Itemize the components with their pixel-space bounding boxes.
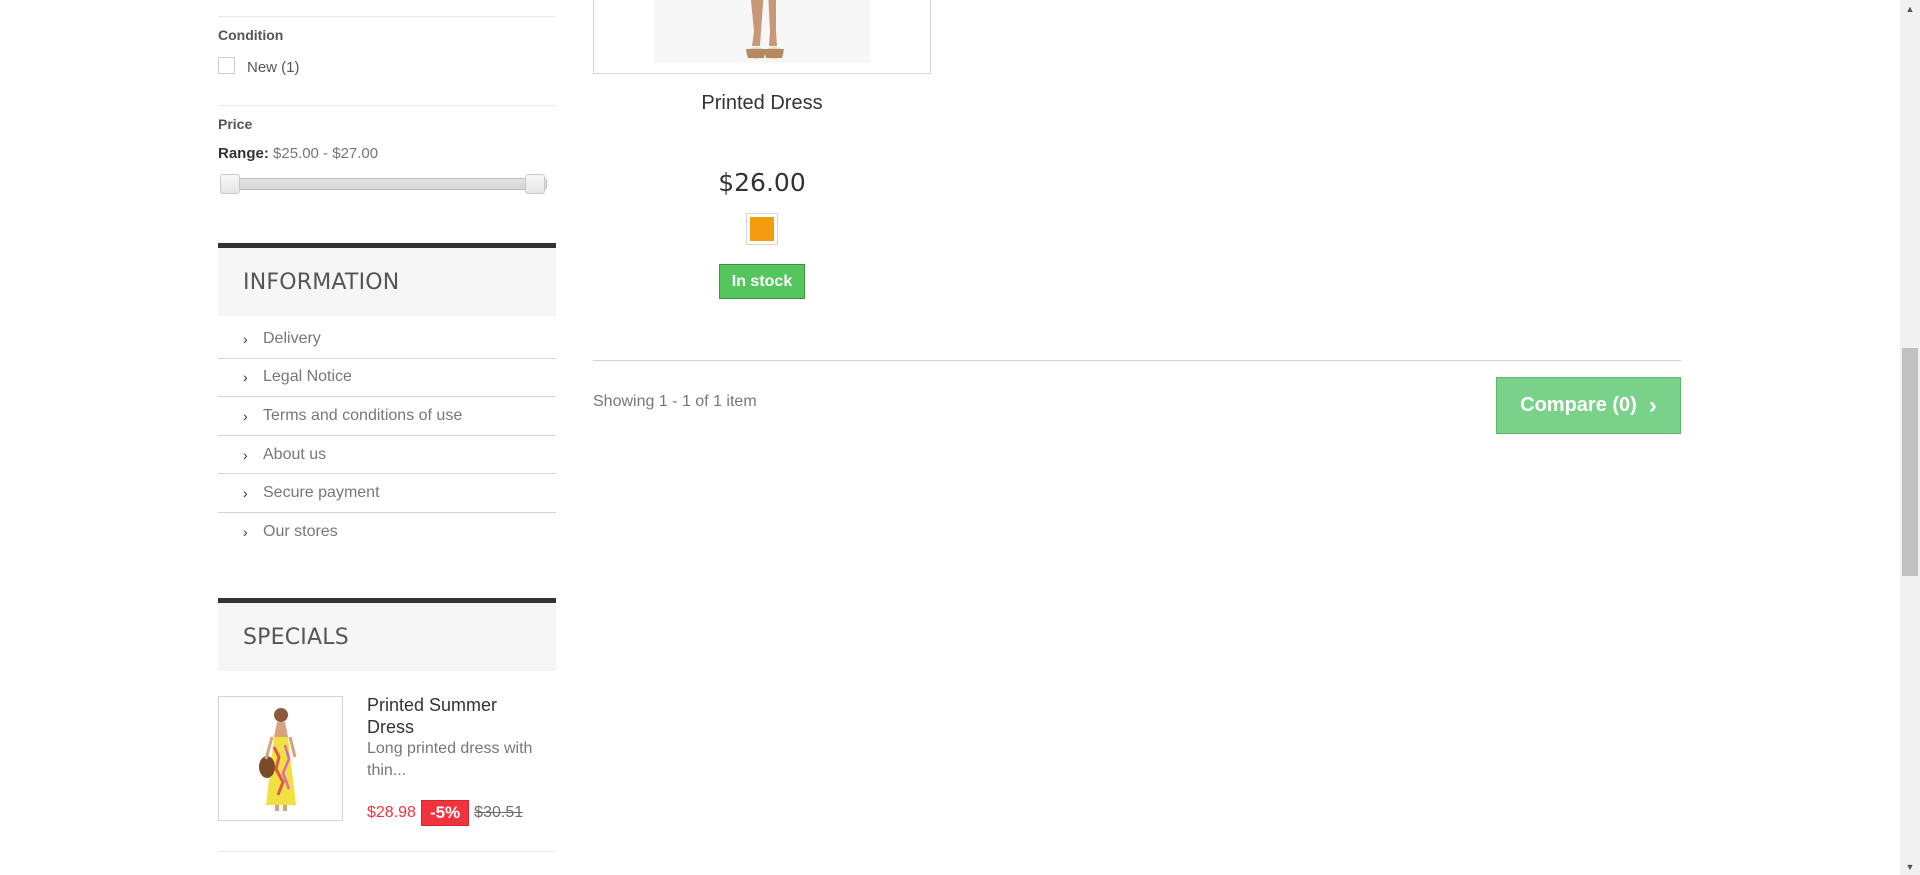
info-link-label[interactable]: Terms and conditions of use — [263, 407, 462, 425]
price-range-value: $25.00 - $27.00 — [273, 145, 379, 162]
chevron-right-icon: › — [243, 407, 248, 424]
info-link-label[interactable]: Delivery — [263, 330, 321, 348]
info-link-label[interactable]: Our stores — [263, 523, 338, 541]
info-link-legal-notice[interactable]: › Legal Notice — [218, 359, 556, 398]
dress-model-image — [219, 697, 342, 820]
chevron-right-icon: › — [243, 369, 248, 386]
special-discount-badge: -5% — [420, 800, 470, 826]
info-link-label[interactable]: Secure payment — [263, 484, 380, 502]
information-title: INFORMATION — [218, 243, 556, 316]
info-link-delivery[interactable]: › Delivery — [218, 320, 556, 359]
divider — [593, 360, 1681, 361]
compare-button-label[interactable]: Compare (0) — [1520, 394, 1637, 417]
specials-title: SPECIALS — [218, 598, 556, 671]
chevron-right-icon: › — [243, 485, 248, 502]
special-product-name[interactable]: Printed Summer Dress — [367, 694, 547, 738]
divider — [218, 16, 556, 17]
product-image[interactable] — [593, 0, 931, 74]
color-swatch-orange[interactable] — [746, 213, 778, 245]
price-range: Range: $25.00 - $27.00 — [218, 145, 378, 162]
color-swatch-fill — [750, 217, 774, 241]
information-block: INFORMATION › Delivery › Legal Notice › … — [218, 243, 556, 552]
chevron-right-icon: › — [243, 524, 248, 541]
price-range-key: Range: — [218, 145, 269, 162]
condition-option-new[interactable]: New (1) — [218, 55, 300, 76]
info-link-terms[interactable]: › Terms and conditions of use — [218, 397, 556, 436]
product-price: $26.00 — [718, 168, 806, 197]
scroll-down-arrow-icon[interactable]: ▼ — [1900, 858, 1920, 875]
vertical-scrollbar[interactable]: ▲ ▼ — [1900, 0, 1920, 875]
info-link-about-us[interactable]: › About us — [218, 436, 556, 475]
divider — [218, 851, 556, 852]
price-slider-track[interactable] — [222, 178, 547, 190]
condition-new-label[interactable]: New (1) — [247, 59, 300, 76]
chevron-right-icon: › — [1648, 391, 1657, 419]
info-link-secure-payment[interactable]: › Secure payment — [218, 474, 556, 513]
information-list: › Delivery › Legal Notice › Terms and co… — [218, 316, 556, 552]
special-product-description: Long printed dress with thin... — [367, 740, 533, 779]
product-photo — [594, 0, 930, 73]
price-slider-max-handle[interactable] — [525, 174, 545, 194]
specials-block: SPECIALS — [218, 598, 556, 671]
price-filter-title: Price — [218, 116, 253, 132]
divider — [218, 105, 556, 106]
special-price-new: $28.98 — [367, 804, 416, 821]
scroll-thumb[interactable] — [1902, 348, 1918, 576]
condition-new-checkbox[interactable] — [218, 57, 235, 74]
product-count: Showing 1 - 1 of 1 item — [593, 393, 757, 410]
stock-badge: In stock — [719, 264, 805, 299]
chevron-right-icon: › — [243, 330, 248, 347]
special-product-image[interactable] — [218, 696, 343, 821]
chevron-right-icon: › — [243, 446, 248, 463]
info-link-label[interactable]: About us — [263, 446, 326, 464]
compare-button[interactable]: Compare (0) › — [1496, 377, 1681, 434]
info-link-label[interactable]: Legal Notice — [263, 368, 352, 386]
special-price-old: $30.51 — [474, 804, 524, 821]
special-product-prices: $28.98 -5% $30.51 — [367, 800, 523, 826]
scroll-up-arrow-icon[interactable]: ▲ — [1900, 0, 1920, 17]
product-name[interactable]: Printed Dress — [593, 92, 931, 115]
info-link-our-stores[interactable]: › Our stores — [218, 513, 556, 552]
price-slider-min-handle[interactable] — [220, 174, 240, 194]
page: Condition New (1) Price Range: $25.00 - … — [0, 0, 1920, 875]
condition-filter-title: Condition — [218, 27, 284, 43]
